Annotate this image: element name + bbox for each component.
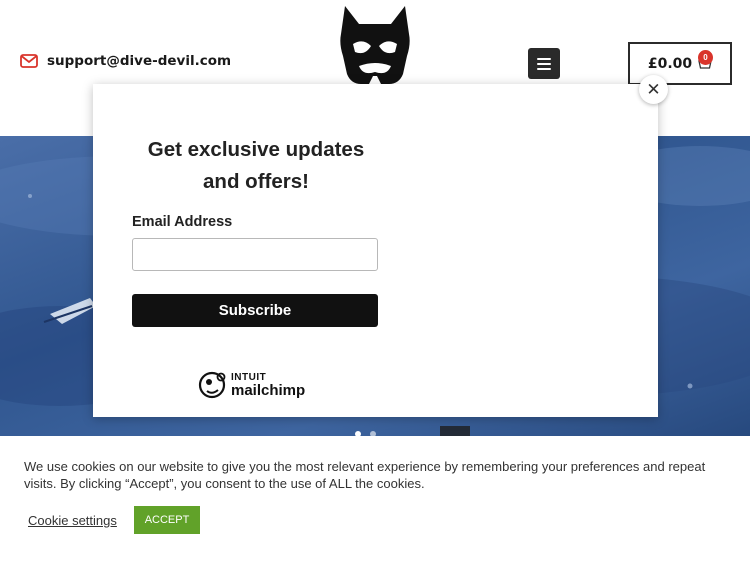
hamburger-line	[537, 62, 551, 65]
cookie-message: We use cookies on our website to give yo…	[24, 459, 706, 491]
brand-intuit-text: INTUIT	[231, 371, 267, 383]
support-email-link[interactable]: support@dive-devil.com	[20, 53, 231, 69]
subscribe-button[interactable]: Subscribe	[132, 294, 378, 327]
hamburger-line	[537, 67, 551, 70]
cookie-consent-bar: We use cookies on our website to give yo…	[0, 436, 750, 563]
hamburger-menu-button[interactable]	[528, 48, 560, 79]
support-email-text: support@dive-devil.com	[47, 53, 232, 69]
envelope-icon	[20, 54, 38, 68]
page: support@dive-devil.com £0.00 0 Get exclu…	[0, 0, 750, 563]
mailchimp-logo-icon	[198, 371, 226, 399]
accept-cookies-button[interactable]: ACCEPT	[134, 506, 200, 534]
hamburger-menu-icon	[537, 57, 551, 60]
popup-close-button[interactable]: ✕	[639, 75, 668, 104]
mailchimp-badge[interactable]: INTUIT mailchimp	[197, 369, 305, 401]
cart-count-badge: 0	[698, 50, 713, 65]
cookie-settings-link[interactable]: Cookie settings	[28, 513, 117, 528]
brand-mailchimp-text: mailchimp	[231, 381, 306, 399]
close-icon: ✕	[646, 79, 661, 99]
email-address-label: Email Address	[132, 214, 233, 230]
popup-title: Get exclusive updates and offers!	[147, 138, 365, 193]
email-address-input[interactable]	[132, 238, 378, 271]
cart-total: £0.00	[647, 55, 693, 72]
newsletter-popup: Get exclusive updates and offers! Email …	[93, 84, 658, 417]
devil-mask-logo[interactable]	[337, 4, 413, 88]
